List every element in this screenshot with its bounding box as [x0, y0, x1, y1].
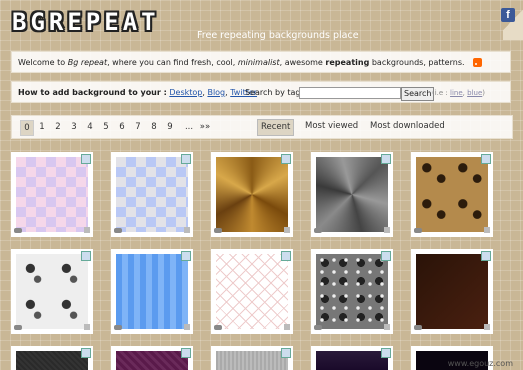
download-icon[interactable] — [14, 228, 22, 233]
info-icon[interactable] — [181, 154, 191, 164]
page-link-8[interactable]: 8 — [148, 120, 160, 134]
download-icon[interactable] — [414, 228, 422, 233]
info-icon[interactable] — [181, 251, 191, 261]
pattern-thumbnail[interactable] — [316, 351, 388, 370]
pattern-thumbnail[interactable] — [116, 351, 188, 370]
page-link-7[interactable]: 7 — [132, 120, 144, 134]
page-link-4[interactable]: 4 — [84, 120, 96, 134]
pattern-thumbnail[interactable] — [116, 157, 188, 232]
stack-icon[interactable] — [484, 227, 490, 233]
info-icon[interactable] — [81, 154, 91, 164]
page-link-6[interactable]: 6 — [116, 120, 128, 134]
link-blog[interactable]: Blog — [207, 88, 225, 97]
pattern-card[interactable] — [311, 249, 393, 334]
howto-label: How to add background to your : — [18, 88, 167, 97]
hint-link-blue[interactable]: blue — [467, 89, 482, 97]
info-icon[interactable] — [381, 154, 391, 164]
pattern-card[interactable] — [211, 152, 293, 237]
stack-icon[interactable] — [184, 227, 190, 233]
info-icon[interactable] — [181, 348, 191, 358]
search-input[interactable] — [299, 87, 401, 99]
pattern-thumbnail[interactable] — [416, 254, 488, 329]
pattern-card[interactable] — [11, 346, 93, 370]
pattern-thumbnail[interactable] — [416, 157, 488, 232]
link-desktop[interactable]: Desktop — [169, 88, 202, 97]
info-icon[interactable] — [481, 251, 491, 261]
stack-icon[interactable] — [84, 227, 90, 233]
download-icon[interactable] — [114, 325, 122, 330]
stack-icon[interactable] — [284, 324, 290, 330]
stack-icon[interactable] — [284, 227, 290, 233]
pattern-card[interactable] — [11, 249, 93, 334]
sort-most-viewed[interactable]: Most viewed — [302, 119, 361, 134]
pattern-card[interactable] — [11, 152, 93, 237]
stack-icon[interactable] — [384, 324, 390, 330]
pattern-thumbnail[interactable] — [216, 157, 288, 232]
pattern-card[interactable] — [111, 152, 193, 237]
pattern-thumbnail[interactable] — [16, 254, 88, 329]
download-icon[interactable] — [114, 228, 122, 233]
pattern-card[interactable] — [411, 249, 493, 334]
welcome-bar: Welcome to Bg repeat, where you can find… — [11, 51, 511, 73]
info-icon[interactable] — [381, 251, 391, 261]
download-icon[interactable] — [314, 325, 322, 330]
rss-icon[interactable] — [473, 58, 483, 67]
pattern-card[interactable] — [311, 346, 393, 370]
pattern-thumbnail[interactable] — [16, 351, 88, 370]
howto-bar: How to add background to your : Desktop,… — [11, 81, 511, 103]
page-ellipsis: ... — [184, 122, 194, 132]
page-link-9[interactable]: 9 — [164, 120, 176, 134]
download-icon[interactable] — [414, 325, 422, 330]
hint-link-line[interactable]: line — [450, 89, 463, 97]
pattern-thumbnail[interactable] — [216, 254, 288, 329]
facebook-icon[interactable]: f — [501, 8, 515, 22]
pattern-card[interactable] — [411, 152, 493, 237]
info-icon[interactable] — [281, 348, 291, 358]
download-icon[interactable] — [314, 228, 322, 233]
download-icon[interactable] — [14, 325, 22, 330]
pagination-bar: 0 1 2 3 4 5 6 7 8 9 ... »» Recent Most v… — [11, 115, 513, 139]
info-icon[interactable] — [81, 348, 91, 358]
info-icon[interactable] — [381, 348, 391, 358]
search-hint: (i.e : line, blue) — [432, 89, 485, 97]
page-link-2[interactable]: 2 — [52, 120, 64, 134]
sort-recent[interactable]: Recent — [257, 119, 295, 136]
search-label: Search by tag — [245, 88, 301, 97]
page-link-0[interactable]: 0 — [20, 120, 34, 136]
pattern-thumbnail[interactable] — [316, 254, 388, 329]
download-icon[interactable] — [214, 325, 222, 330]
info-icon[interactable] — [481, 154, 491, 164]
pattern-card[interactable] — [211, 249, 293, 334]
page-next-link[interactable]: »» — [198, 120, 212, 134]
search-button[interactable]: Search — [401, 87, 435, 101]
pattern-thumbnail[interactable] — [316, 157, 388, 232]
page-link-1[interactable]: 1 — [36, 120, 48, 134]
page-link-5[interactable]: 5 — [100, 120, 112, 134]
pattern-card[interactable] — [211, 346, 293, 370]
site-logo[interactable]: BGREPEAT — [12, 8, 160, 36]
pattern-card[interactable] — [111, 346, 193, 370]
pattern-card[interactable] — [311, 152, 393, 237]
info-icon[interactable] — [281, 154, 291, 164]
stack-icon[interactable] — [484, 324, 490, 330]
sort-most-downloaded[interactable]: Most downloaded — [367, 119, 448, 134]
stack-icon[interactable] — [184, 324, 190, 330]
pattern-thumbnail[interactable] — [116, 254, 188, 329]
site-tagline: Free repeating backgrounds place — [197, 30, 359, 41]
pattern-thumbnail[interactable] — [216, 351, 288, 370]
info-icon[interactable] — [81, 251, 91, 261]
download-icon[interactable] — [214, 228, 222, 233]
pattern-card[interactable] — [111, 249, 193, 334]
page-link-3[interactable]: 3 — [68, 120, 80, 134]
stack-icon[interactable] — [84, 324, 90, 330]
info-icon[interactable] — [281, 251, 291, 261]
stack-icon[interactable] — [384, 227, 390, 233]
pattern-thumbnail[interactable] — [16, 157, 88, 232]
watermark: www.egouz.com — [447, 359, 513, 368]
